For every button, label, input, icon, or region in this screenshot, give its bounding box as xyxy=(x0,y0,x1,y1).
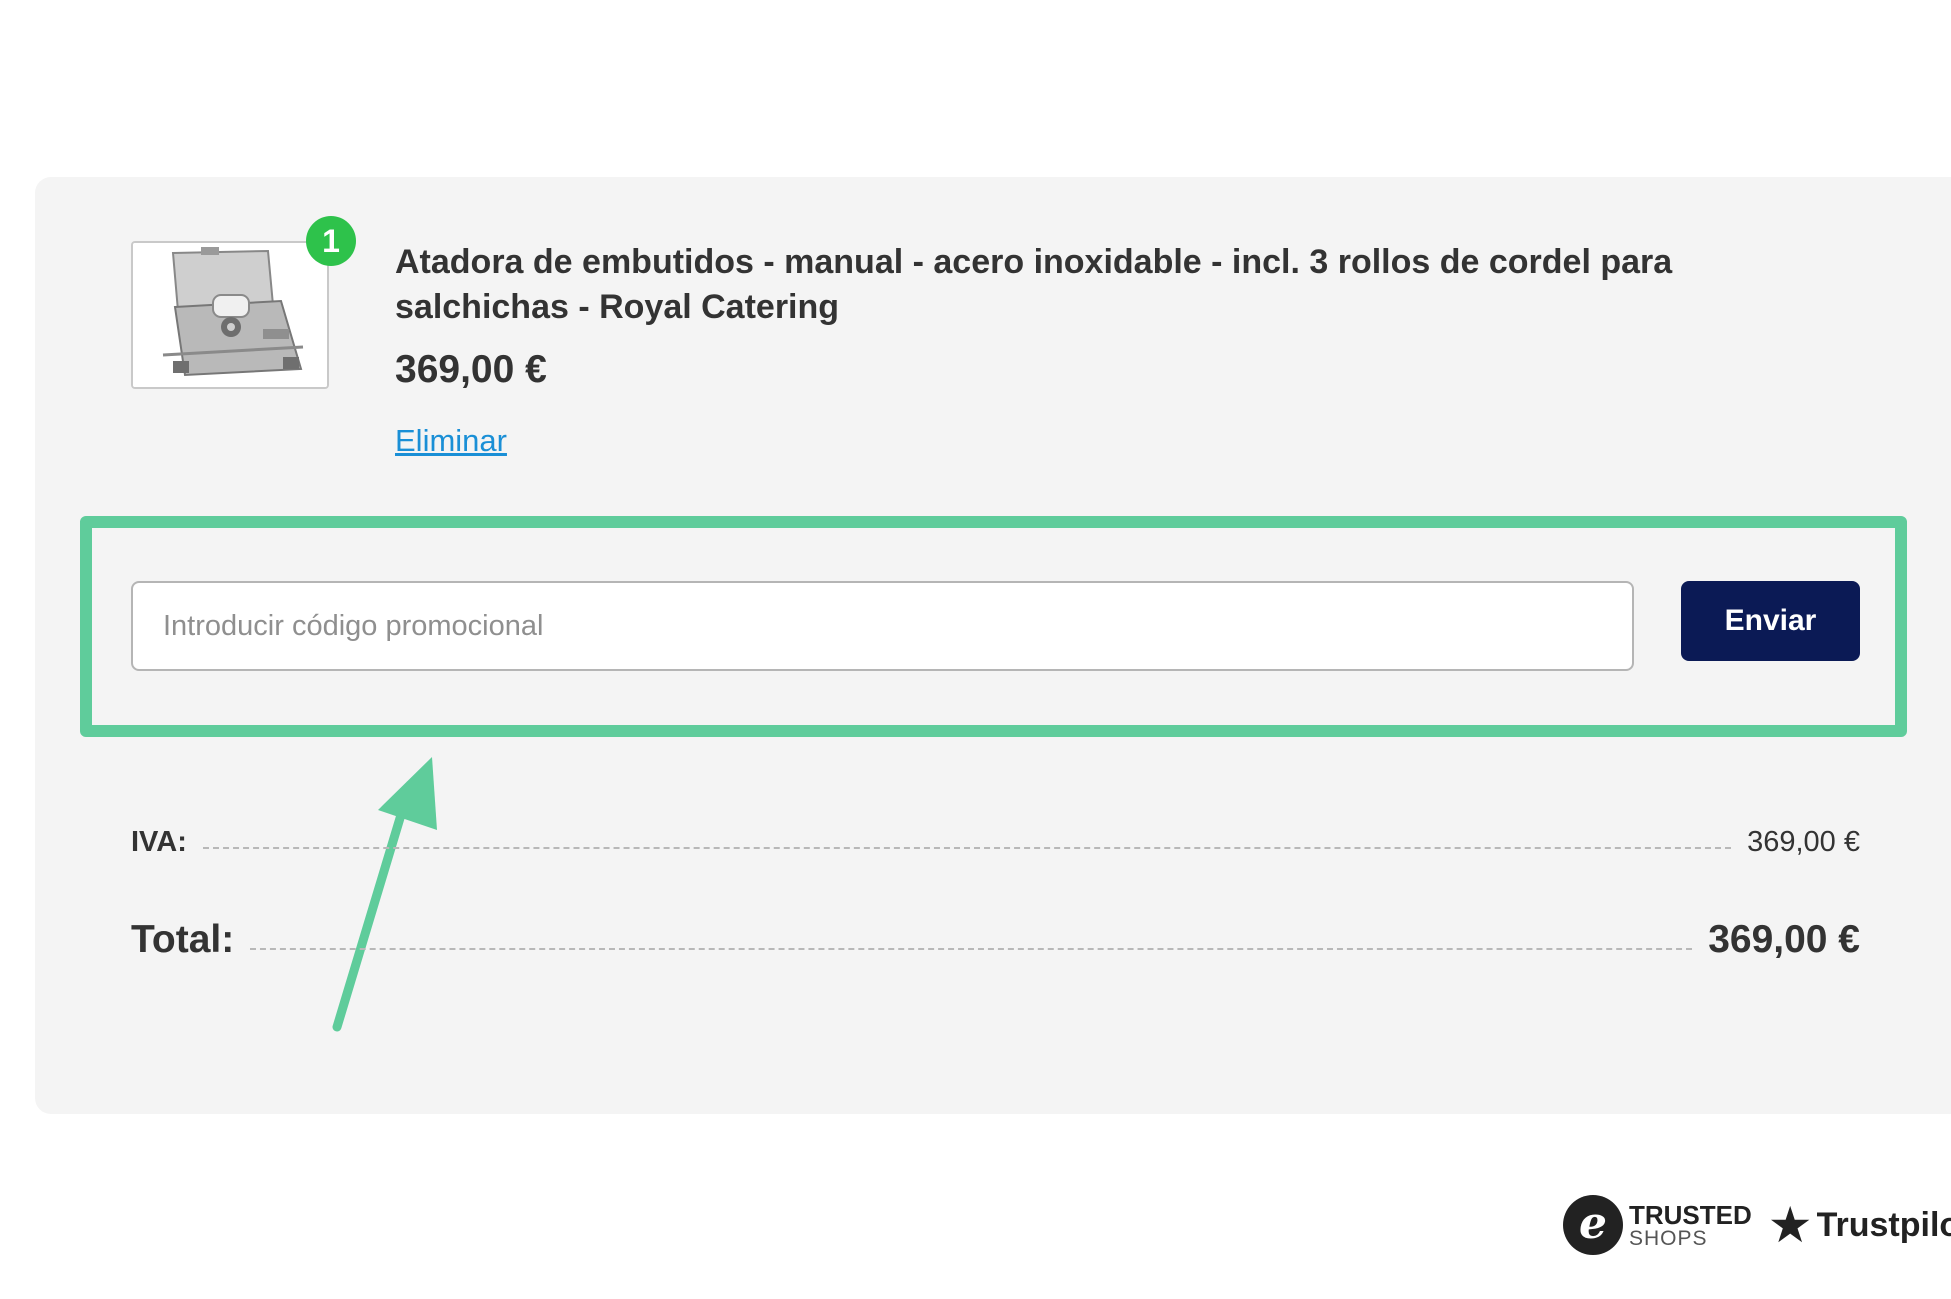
submit-promo-button[interactable]: Enviar xyxy=(1681,581,1860,661)
vat-value: 369,00 € xyxy=(1747,826,1860,858)
trusted-shops-wordmark[interactable]: TRUSTED SHOPS xyxy=(1629,1202,1752,1249)
dotted-leader xyxy=(250,948,1693,950)
total-label: Total: xyxy=(131,918,235,961)
star-icon: ★ xyxy=(1767,1197,1813,1253)
remove-item-link[interactable]: Eliminar xyxy=(395,423,507,459)
total-value: 369,00 € xyxy=(1708,918,1860,961)
promo-code-input[interactable] xyxy=(131,581,1634,671)
vat-row: IVA: 369,00 € xyxy=(131,826,1860,859)
trust-badges: e TRUSTED SHOPS ★ Trustpilot xyxy=(1563,1185,1951,1265)
vat-label: IVA: xyxy=(131,826,187,858)
trusted-shops-line1: TRUSTED xyxy=(1629,1199,1752,1230)
quantity-badge: 1 xyxy=(306,216,356,266)
trusted-shops-icon[interactable]: e xyxy=(1563,1195,1623,1255)
total-row: Total: 369,00 € xyxy=(131,918,1860,962)
arrow-up-icon xyxy=(332,757,437,1032)
sausage-tying-machine-image xyxy=(133,243,327,387)
trusted-shops-line2: SHOPS xyxy=(1629,1226,1708,1250)
product-title[interactable]: Atadora de embutidos - manual - acero in… xyxy=(395,240,1815,330)
product-thumbnail[interactable] xyxy=(131,241,329,389)
product-price: 369,00 € xyxy=(395,348,547,391)
trustpilot-label[interactable]: Trustpilot xyxy=(1817,1206,1951,1245)
dotted-leader xyxy=(202,847,1732,849)
